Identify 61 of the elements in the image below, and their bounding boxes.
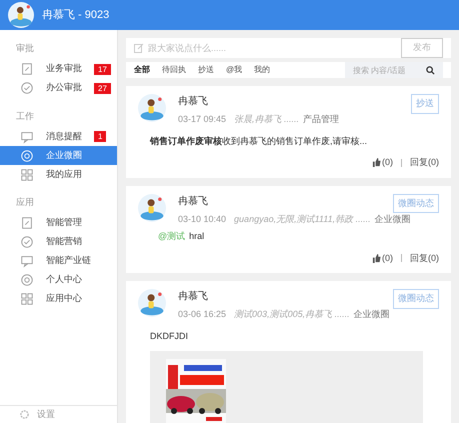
sidebar-item[interactable]: 业务审批 17 <box>0 60 117 78</box>
sidebar-item[interactable]: 我的应用 <box>0 165 117 184</box>
count-badge: 17 <box>94 64 111 74</box>
sidebar-item[interactable]: 智能管理 <box>0 214 117 232</box>
count-badge: 1 <box>94 131 106 142</box>
post-time: 03-06 16:25 <box>178 308 226 321</box>
recipients: 张晨,冉慕飞 ...... <box>234 113 300 126</box>
sidebar-item[interactable]: 消息提醒 1 <box>0 127 117 146</box>
window-title: 冉慕飞 - 9023 <box>42 8 110 23</box>
circle-icon <box>20 273 34 287</box>
section-label: 应用 <box>15 196 35 209</box>
post-time: 03-10 10:40 <box>178 212 226 226</box>
reply-button[interactable]: 回复(0) <box>410 156 439 170</box>
sidebar-item[interactable]: 个人中心 <box>0 270 117 290</box>
grid-icon <box>20 168 34 182</box>
check-circle-icon <box>20 235 34 249</box>
sidebar-item[interactable]: 企业微圈 <box>0 146 117 165</box>
message-icon <box>20 254 34 268</box>
like-button[interactable]: (0) <box>372 156 393 170</box>
clipboard-icon <box>20 216 34 230</box>
recipients: 测试003,测试005,冉慕飞 ...... <box>234 308 350 321</box>
check-circle-icon <box>20 81 34 95</box>
filter-tab[interactable]: @我 <box>226 64 242 76</box>
post-time: 03-17 09:45 <box>178 113 226 126</box>
recipients: guangyao,无限,测试1111,韩政 ...... <box>234 212 371 226</box>
section-label: 审批 <box>15 42 35 55</box>
circle-icon <box>20 148 34 162</box>
filter-tab[interactable]: 我的 <box>254 64 270 76</box>
post-text: 销售订单作废审核收到冉慕飞的销售订单作废,请审核... <box>150 134 368 148</box>
clipboard-icon <box>20 62 34 76</box>
post-text: @测试 hral <box>158 230 206 243</box>
grid-icon <box>20 292 34 306</box>
section-label: 工作 <box>15 110 35 122</box>
sidebar-item[interactable]: 办公审批 27 <box>0 78 117 98</box>
category-link[interactable]: 企业微圈 <box>374 212 411 226</box>
filter-tab[interactable]: 待回执 <box>162 64 186 76</box>
message-icon <box>20 130 34 144</box>
post-text: DKDFJDI <box>150 330 189 342</box>
search-icon[interactable] <box>426 66 435 75</box>
sidebar-item[interactable]: 智能营销 <box>0 232 117 252</box>
category-link[interactable]: 产品管理 <box>303 113 340 126</box>
category-link[interactable]: 企业微圈 <box>354 308 390 322</box>
avatar-icon <box>138 94 166 122</box>
filter-tab[interactable]: 全部 <box>134 64 150 76</box>
author-name: 冉慕飞 <box>178 194 209 208</box>
thumbs-up-icon <box>372 254 381 263</box>
author-name: 冉慕飞 <box>178 94 209 109</box>
edit-icon <box>134 43 144 53</box>
gear-icon <box>20 410 29 419</box>
avatar-icon <box>138 289 166 317</box>
sidebar-item[interactable]: 智能产业链 <box>0 252 117 270</box>
thumbs-up-icon <box>372 158 381 168</box>
search-field[interactable]: 搜索 内容/话题 <box>345 62 443 78</box>
avatar-icon <box>138 194 166 222</box>
like-button[interactable]: (0) <box>372 252 393 265</box>
avatar-icon <box>8 2 34 28</box>
filter-tab[interactable]: 抄送 <box>198 64 214 76</box>
sidebar-item[interactable]: 应用中心 <box>0 290 117 308</box>
reply-button[interactable]: 回复(0) <box>410 252 439 265</box>
count-badge: 27 <box>94 82 111 94</box>
author-name: 冉慕飞 <box>178 290 209 304</box>
